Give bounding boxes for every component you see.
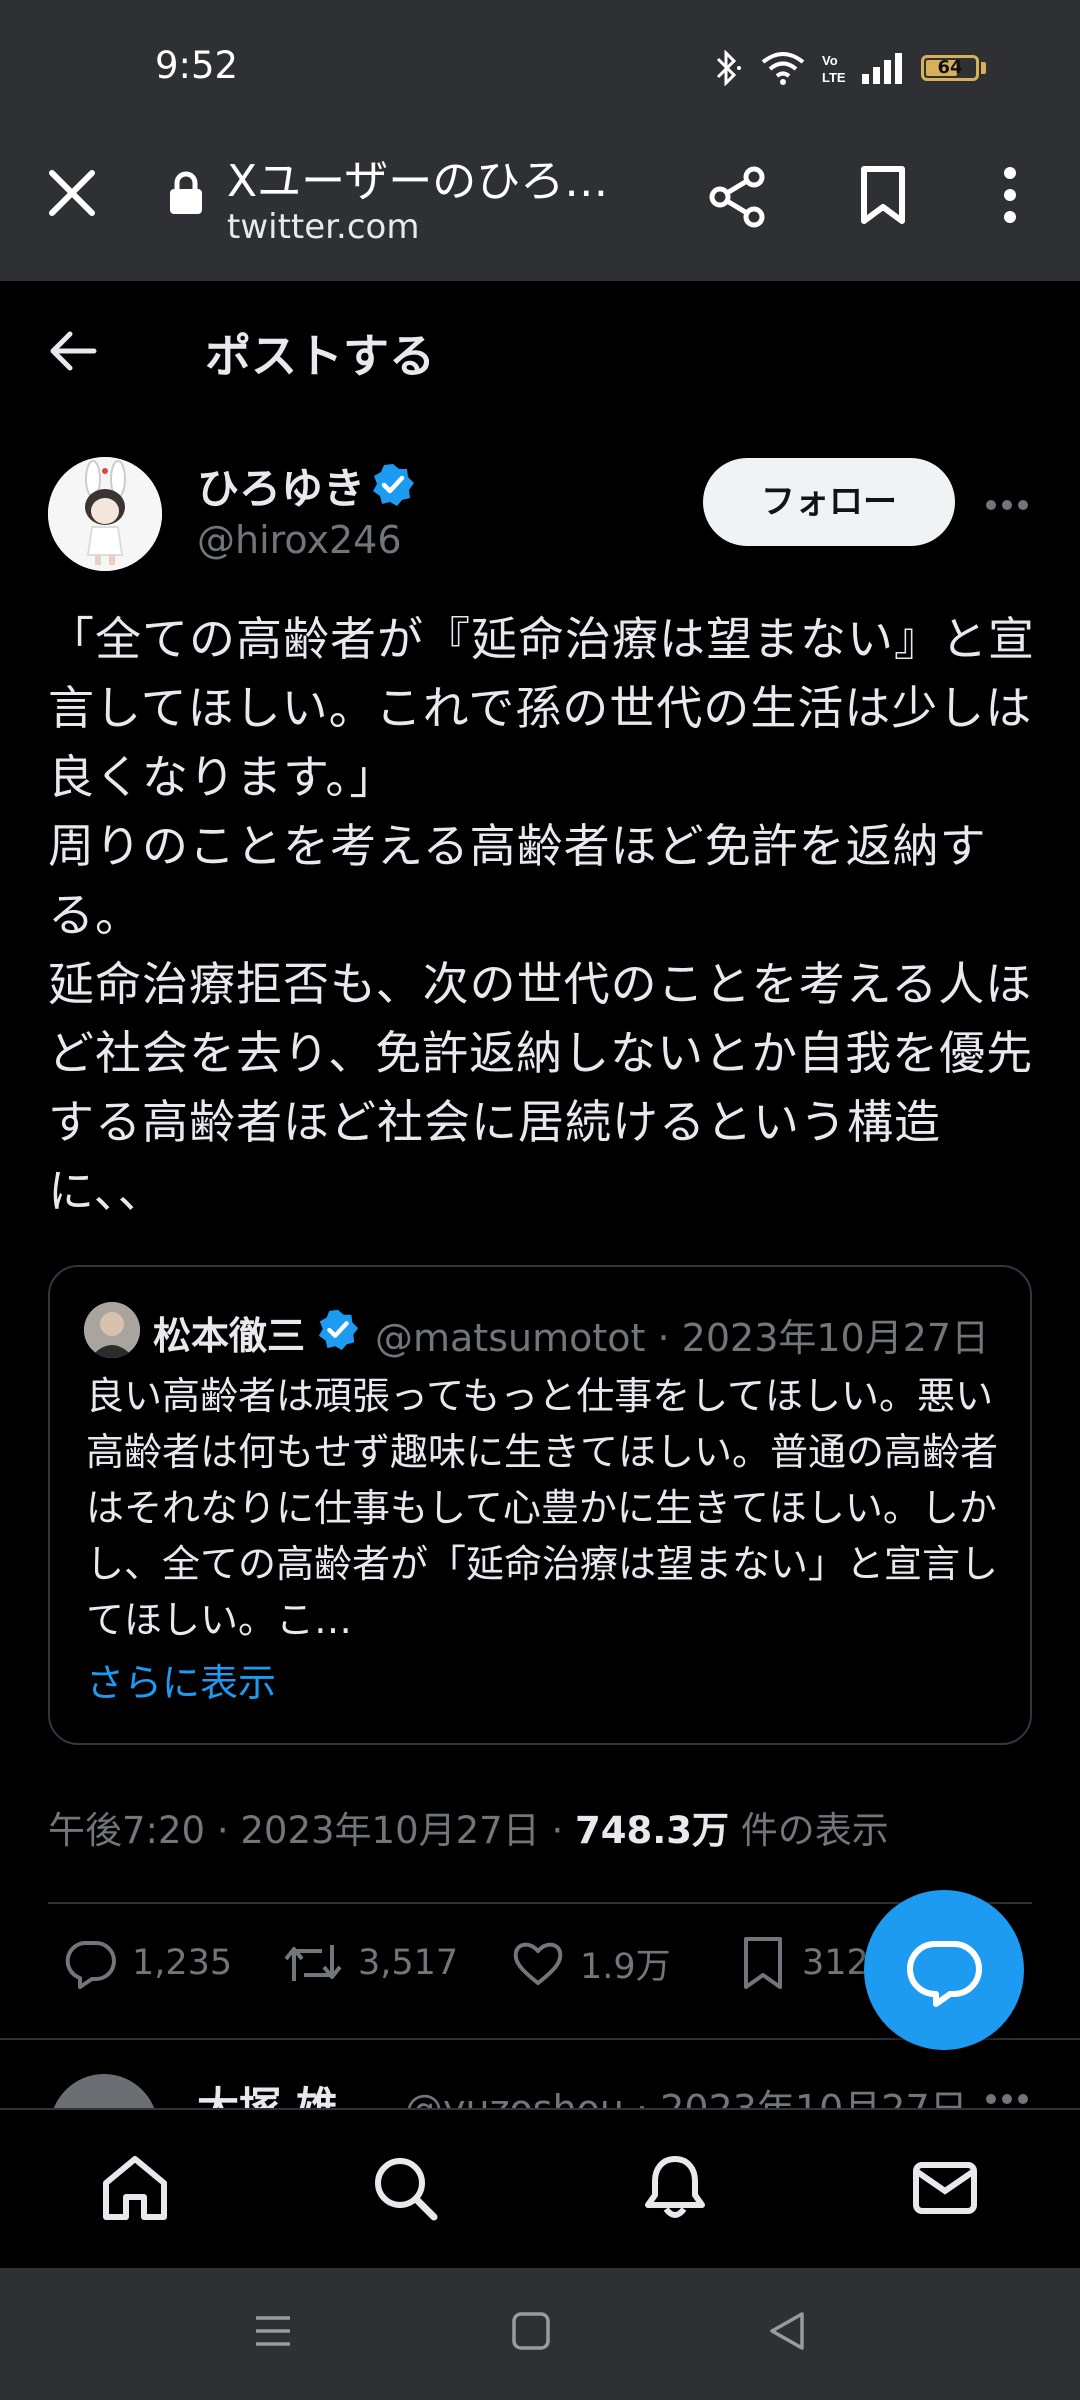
bookmark-count: 312 xyxy=(802,1943,869,1983)
reply-bubble-icon xyxy=(907,1941,982,2007)
follow-button[interactable]: フォロー xyxy=(703,458,955,546)
verified-badge-icon xyxy=(373,464,414,506)
reply-icon xyxy=(65,1941,116,1989)
home-icon[interactable] xyxy=(100,2153,170,2223)
recents-icon[interactable] xyxy=(252,2310,294,2352)
compose-reply-fab[interactable] xyxy=(864,1890,1024,2050)
bookmark-icon[interactable] xyxy=(858,165,908,225)
post-body-text: 「全ての高齢者が『延命治療は望まない』と宣言してほしい。これで孫の世代の生活は少… xyxy=(48,612,1035,1218)
more-horizontal-icon[interactable] xyxy=(985,2092,1029,2106)
battery-icon: 64 xyxy=(921,55,979,81)
signal-icon xyxy=(862,53,902,84)
reply-action[interactable]: 1,235 xyxy=(62,1935,232,1991)
quote-author-avatar xyxy=(84,1302,140,1358)
views-label: 件の表示 xyxy=(729,1809,889,1852)
status-time: 9:52 xyxy=(155,44,239,87)
quote-body-text: 良い高齢者は頑張ってもっと仕事をしてほしい。悪い高齢者は何もせず趣味に生きてほし… xyxy=(86,1374,999,1642)
heart-icon xyxy=(513,1942,563,1985)
author-name[interactable]: ひろゆき xyxy=(197,455,365,516)
timestamp-text: 午後7:20 · 2023年10月27日 · xyxy=(48,1809,575,1852)
quote-author-handle: @matsumotot xyxy=(375,1316,646,1360)
views-count: 748.3万 xyxy=(574,1809,730,1852)
bookmark-outline-icon xyxy=(744,1937,782,1989)
page-header-title: ポストする xyxy=(205,329,435,383)
repost-action[interactable]: 3,517 xyxy=(282,1935,458,1991)
svg-text:LTE: LTE xyxy=(822,70,846,85)
quote-meta: @matsumotot · 2023年10月27日 xyxy=(375,1307,989,1362)
avatar-photo xyxy=(84,1302,140,1358)
search-icon[interactable] xyxy=(370,2153,440,2223)
page-title[interactable]: Xユーザーのひろ… xyxy=(227,145,608,209)
author-avatar[interactable] xyxy=(48,457,162,571)
volte-icon: Vo LTE xyxy=(822,53,846,85)
close-icon[interactable] xyxy=(44,165,100,221)
avatar-illustration xyxy=(48,457,162,571)
like-action[interactable]: 1.9万 xyxy=(510,1935,671,1991)
battery-tip xyxy=(981,62,986,74)
page-domain[interactable]: twitter.com xyxy=(227,207,419,247)
reply-count: 1,235 xyxy=(132,1943,233,1983)
repost-count: 3,517 xyxy=(358,1943,459,1983)
home-square-icon[interactable] xyxy=(510,2310,552,2352)
reply-preview[interactable]: 大塚 雄 @yuzoshou · 2023年10月27日 xyxy=(0,2050,1080,2110)
lock-icon[interactable] xyxy=(168,170,204,216)
show-more-link[interactable]: さらに表示 xyxy=(86,1652,276,1707)
bookmark-action[interactable]: 312 xyxy=(738,1935,869,1991)
svg-text:Vo: Vo xyxy=(822,53,838,68)
messages-icon[interactable] xyxy=(910,2153,980,2223)
more-vertical-icon[interactable] xyxy=(995,165,1025,225)
back-arrow-icon[interactable] xyxy=(48,330,98,372)
reply-author-name: 大塚 雄 xyxy=(197,2083,338,2110)
quote-author-name: 松本徹三 xyxy=(153,1314,306,1358)
wifi-icon xyxy=(761,52,805,85)
like-count: 1.9万 xyxy=(580,1946,671,1987)
reply-author-avatar xyxy=(50,2074,158,2110)
more-horizontal-icon[interactable] xyxy=(985,498,1029,512)
repost-icon xyxy=(284,1945,342,1981)
back-triangle-icon[interactable] xyxy=(766,2310,808,2352)
quote-date: · 2023年10月27日 xyxy=(657,1316,990,1360)
author-handle[interactable]: @hirox246 xyxy=(197,518,402,562)
battery-percent: 64 xyxy=(937,57,963,78)
quote-verified-badge-icon xyxy=(318,1309,359,1351)
bluetooth-icon xyxy=(716,50,741,86)
reply-meta: @yuzoshou · 2023年10月27日 xyxy=(405,2087,968,2110)
notifications-icon[interactable] xyxy=(640,2153,710,2223)
share-icon[interactable] xyxy=(706,165,770,229)
post-timestamp: 午後7:20 · 2023年10月27日 · 748.3万 件の表示 xyxy=(48,1800,889,1854)
